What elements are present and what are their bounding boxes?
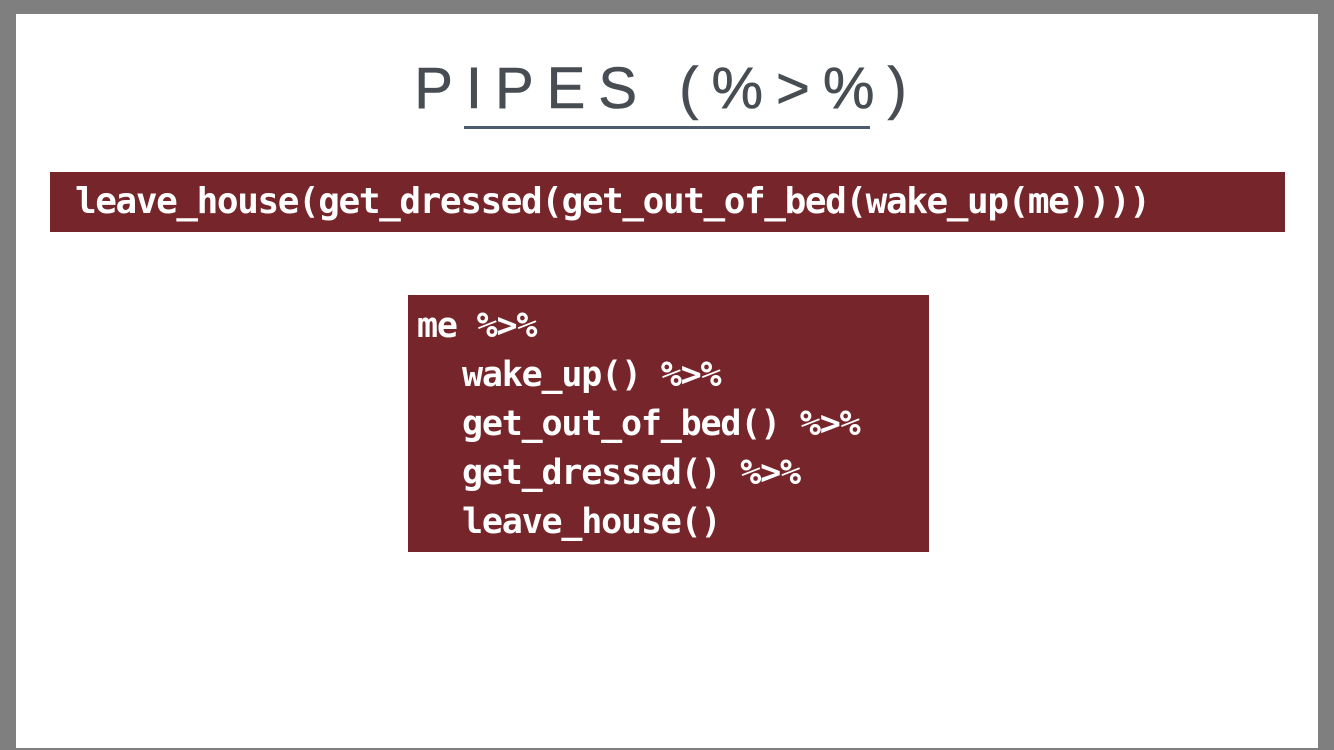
code-line: me %>% [417,306,537,346]
pipe-code-block: me %>% wake_up() %>% get_out_of_bed() %>… [408,295,929,552]
nested-code-bar: leave_house(get_dressed(get_out_of_bed(w… [50,172,1285,232]
code-line: get_out_of_bed() %>% [462,404,861,444]
slide-title: PIPES (%>%) [414,56,920,122]
title-underline [464,126,870,129]
code-line: wake_up() %>% [462,355,722,395]
slide: PIPES (%>%) leave_house(get_dressed(get_… [16,14,1318,748]
code-line: get_dressed() %>% [462,453,801,493]
code-line: leave_house() [462,502,722,542]
